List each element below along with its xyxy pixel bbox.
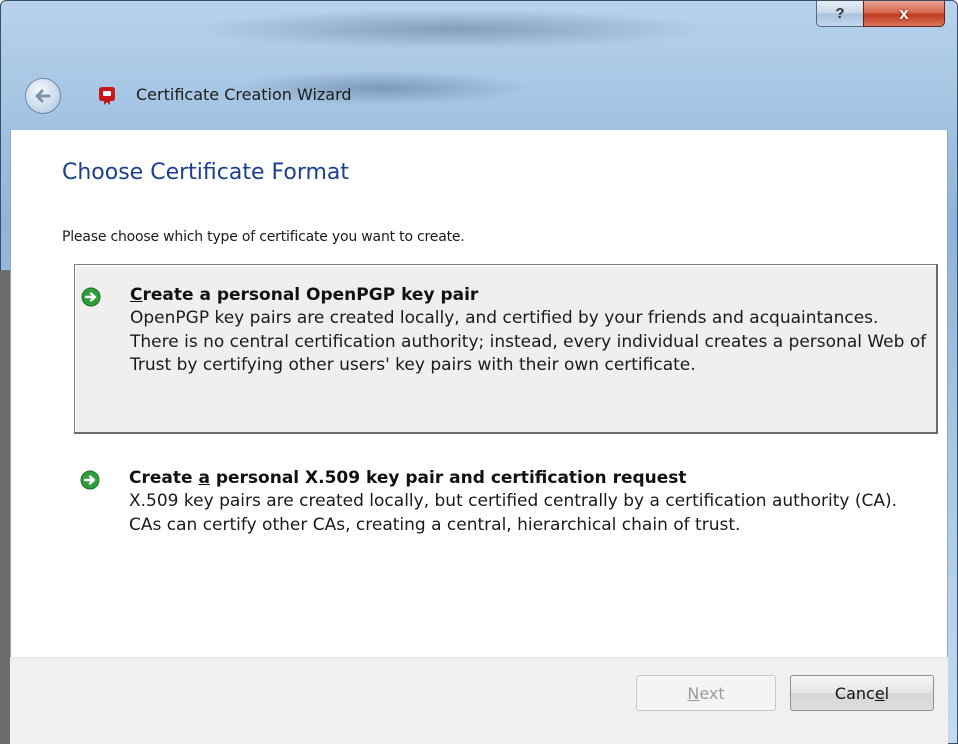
option-description: OpenPGP key pairs are created locally, a… (130, 308, 927, 375)
mnemonic-letter: C (130, 285, 143, 305)
cancel-label-prefix: Canc (834, 683, 875, 703)
page-title: Choose Certificate Format (62, 160, 350, 185)
option-title-text: reate a personal OpenPGP key pair (142, 285, 479, 305)
option-x509-key-pair[interactable]: Create a personal X.509 key pair and cer… (74, 456, 938, 596)
background-strip (0, 270, 10, 744)
glass-effect (191, 9, 711, 49)
option-title: Create a personal OpenPGP key pair (130, 285, 478, 305)
next-button[interactable]: Next (636, 675, 776, 711)
option-title-text: personal X.509 key pair and certificatio… (209, 468, 687, 488)
option-openpgp-key-pair[interactable]: Create a personal OpenPGP key pair OpenP… (74, 264, 938, 434)
certificate-app-icon (99, 87, 115, 105)
mnemonic-letter: e (874, 683, 885, 703)
option-title-prefix: Create (129, 468, 199, 488)
close-button[interactable]: x (863, 1, 945, 27)
mnemonic-letter: N (687, 683, 700, 703)
cancel-button[interactable]: Canc e l (790, 675, 934, 711)
green-arrow-circle-icon (81, 287, 101, 307)
help-button[interactable]: ? (816, 1, 864, 27)
instruction-text: Please choose which type of certificate … (62, 229, 465, 245)
back-button[interactable] (25, 78, 61, 114)
mnemonic-letter: a (198, 468, 210, 488)
cancel-label-suffix: l (884, 683, 890, 703)
green-arrow-circle-icon (80, 470, 100, 490)
help-icon: ? (835, 5, 845, 22)
window-title: Certificate Creation Wizard (136, 85, 352, 104)
back-arrow-icon (35, 89, 51, 103)
close-icon: x (899, 3, 909, 23)
next-label: ext (699, 683, 725, 703)
option-title: Create a personal X.509 key pair and cer… (129, 468, 687, 488)
wizard-client-area (10, 130, 948, 744)
option-description: X.509 key pairs are created locally, but… (129, 491, 897, 535)
